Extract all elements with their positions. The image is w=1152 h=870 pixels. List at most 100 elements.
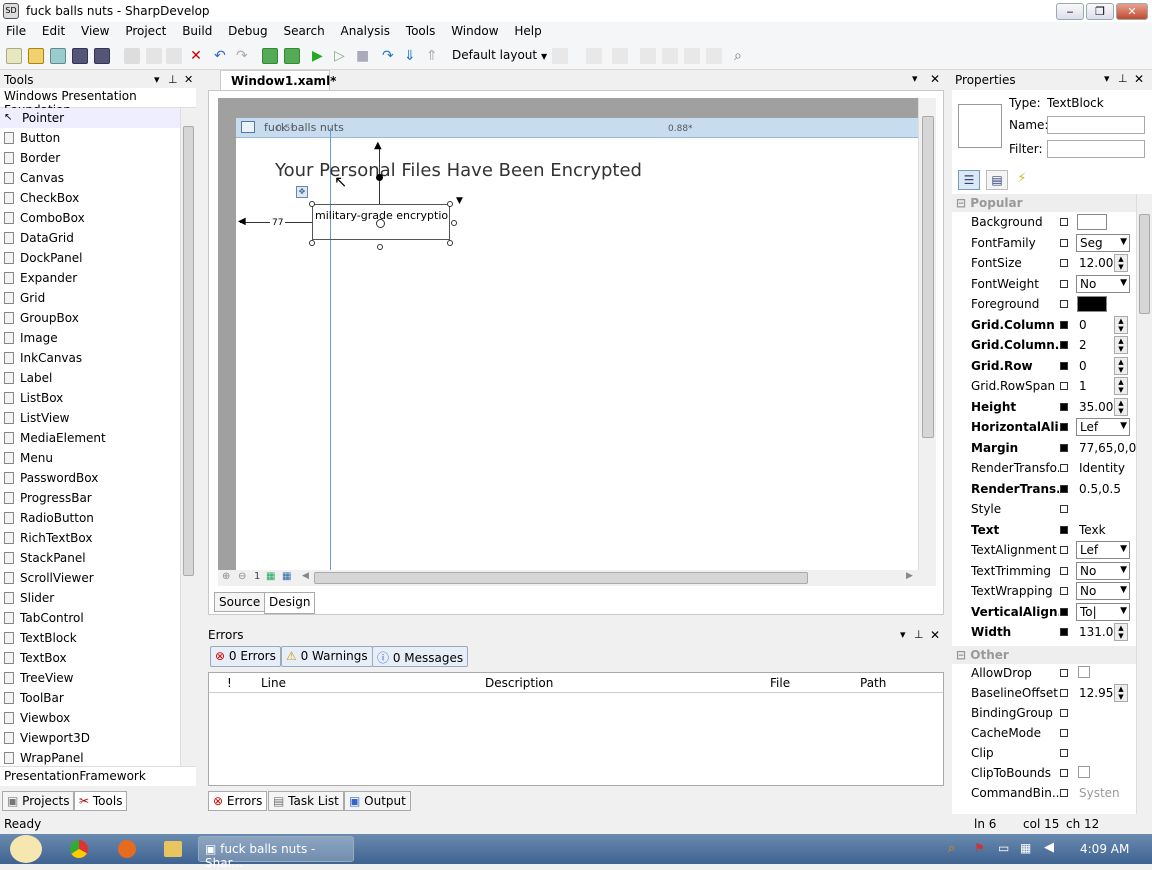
tab-projects[interactable]: ▣ Projects xyxy=(2,791,75,811)
color-swatch[interactable] xyxy=(1077,214,1107,230)
property-marker[interactable] xyxy=(1060,443,1068,452)
tool-item[interactable]: StackPanel xyxy=(0,548,180,568)
property-marker[interactable] xyxy=(1060,546,1068,554)
property-row[interactable]: ClipToBounds xyxy=(952,763,1136,783)
tool-item[interactable]: Button xyxy=(0,128,180,148)
search-tray-icon[interactable]: ⌕ xyxy=(948,841,955,856)
document-tab[interactable]: Window1.xaml* xyxy=(220,70,336,90)
property-marker[interactable] xyxy=(1060,729,1068,737)
heading-textblock[interactable]: Your Personal Files Have Been Encrypted xyxy=(275,160,642,181)
delete-icon[interactable]: ✕ xyxy=(188,48,204,64)
spinner-icon[interactable]: ▲ ▼ xyxy=(1114,315,1128,334)
pin-icon[interactable]: ⊥ xyxy=(1118,72,1128,85)
property-value[interactable]: 1 xyxy=(1079,379,1087,393)
property-dropdown[interactable]: No ▼ xyxy=(1076,582,1130,600)
property-row[interactable]: Margin 77,65,0,0 xyxy=(952,438,1136,458)
scroll-left-icon[interactable]: ◀ xyxy=(302,571,309,581)
network-icon[interactable]: ▦ xyxy=(1020,841,1031,855)
tool-item[interactable]: Label xyxy=(0,368,180,388)
tools-category-footer[interactable]: PresentationFramework xyxy=(0,766,196,786)
property-row[interactable]: FontSize 12.00 ▲ ▼ xyxy=(952,253,1136,273)
property-row[interactable]: Grid.Column 0 ▲ ▼ xyxy=(952,315,1136,335)
menu-window[interactable]: Window xyxy=(445,22,504,40)
property-dropdown[interactable]: Lef ▼ xyxy=(1076,541,1130,559)
stop-icon[interactable]: ■ xyxy=(356,48,372,64)
property-value[interactable]: Identity xyxy=(1079,461,1125,475)
firefox-icon[interactable] xyxy=(118,840,136,858)
column-header[interactable]: Line xyxy=(261,676,286,690)
tool-item[interactable]: ToolBar xyxy=(0,688,180,708)
designer-hscrollbar[interactable]: ⊕ ⊖ 1 ▦ ▦ ◀ ▶ xyxy=(218,570,936,586)
column-header[interactable]: ! xyxy=(227,676,232,690)
scrollbar-thumb[interactable] xyxy=(1139,214,1150,314)
resize-handle[interactable] xyxy=(309,240,315,246)
panel-menu-icon[interactable]: ▾ xyxy=(900,628,906,641)
messages-filter-button[interactable]: ⓘ 0 Messages xyxy=(372,646,469,667)
property-value[interactable]: 77,65,0,0 xyxy=(1079,441,1136,455)
tool-item[interactable]: Viewport3D xyxy=(0,728,180,748)
tool-item[interactable]: TreeView xyxy=(0,668,180,688)
zoom-in-icon[interactable]: ⊕ xyxy=(222,571,230,582)
property-row[interactable]: TextTrimming No ▼ xyxy=(952,561,1136,581)
scrollbar-thumb[interactable] xyxy=(314,572,808,584)
scroll-right-icon[interactable]: ▶ xyxy=(906,571,913,581)
tool-item[interactable]: TextBox xyxy=(0,648,180,668)
move-handle-icon[interactable]: ✥ xyxy=(296,186,308,198)
menu-search[interactable]: Search xyxy=(277,22,330,40)
property-row[interactable]: TextAlignment Lef ▼ xyxy=(952,540,1136,560)
tool-item[interactable]: TabControl xyxy=(0,608,180,628)
property-marker[interactable] xyxy=(1060,464,1068,472)
tool-item[interactable]: Grid xyxy=(0,288,180,308)
tool-item[interactable]: WrapPanel xyxy=(0,748,180,768)
property-row[interactable]: RenderTransfo... Identity xyxy=(952,458,1136,478)
property-row[interactable]: Foreground xyxy=(952,294,1136,314)
property-row[interactable]: CacheMode xyxy=(952,723,1136,743)
property-value[interactable]: 12.00 xyxy=(1079,256,1113,270)
scrollbar-thumb[interactable] xyxy=(922,116,934,438)
property-marker[interactable] xyxy=(1060,382,1068,390)
group-popular[interactable]: ⊟ Popular xyxy=(952,194,1136,212)
outdent-icon[interactable] xyxy=(612,48,628,64)
tool-item[interactable]: TextBlock xyxy=(0,628,180,648)
property-marker[interactable] xyxy=(1060,689,1068,697)
tab-task-list[interactable]: ▤ Task List xyxy=(268,791,344,811)
tool-item[interactable]: Image xyxy=(0,328,180,348)
property-value[interactable]: Systen xyxy=(1079,786,1120,800)
tool-item[interactable]: Border xyxy=(0,148,180,168)
property-marker[interactable] xyxy=(1060,628,1068,636)
close-icon[interactable]: ✕ xyxy=(1134,72,1144,86)
property-marker[interactable] xyxy=(1060,361,1068,370)
property-marker[interactable] xyxy=(1060,218,1068,226)
paste-icon[interactable] xyxy=(166,48,182,64)
column-header[interactable]: Path xyxy=(860,676,886,690)
tool-item[interactable]: ComboBox xyxy=(0,208,180,228)
find-icon[interactable]: ⌕ xyxy=(734,48,750,64)
snap-icon[interactable]: ▦ xyxy=(282,571,291,582)
property-dropdown[interactable]: To| ▼ xyxy=(1076,602,1130,621)
property-marker[interactable] xyxy=(1060,423,1068,431)
rebuild-icon[interactable] xyxy=(284,48,300,64)
property-row[interactable]: Grid.Row 0 ▲ ▼ xyxy=(952,356,1136,376)
pin-icon[interactable]: ⊥ xyxy=(168,73,178,86)
comment-icon[interactable] xyxy=(552,48,568,64)
warnings-filter-button[interactable]: ⚠ 0 Warnings xyxy=(281,646,373,667)
property-marker[interactable] xyxy=(1060,525,1068,534)
property-marker[interactable] xyxy=(1060,300,1068,308)
tool-item[interactable]: Expander xyxy=(0,268,180,288)
property-value[interactable]: 0 xyxy=(1079,318,1087,332)
grid-icon[interactable]: ▦ xyxy=(266,571,275,582)
property-marker[interactable] xyxy=(1060,566,1068,575)
grid-splitter-line[interactable] xyxy=(330,128,331,570)
tool-item[interactable]: RichTextBox xyxy=(0,528,180,548)
tool-item[interactable]: GroupBox xyxy=(0,308,180,328)
spinner-icon[interactable]: ▲ ▼ xyxy=(1114,684,1128,702)
document-close-icon[interactable]: ✕ xyxy=(930,72,940,86)
tool-item[interactable]: MediaElement xyxy=(0,428,180,448)
property-value[interactable]: 35.00 xyxy=(1079,400,1113,414)
menu-tools[interactable]: Tools xyxy=(400,22,442,40)
resize-handle[interactable] xyxy=(447,240,453,246)
taskbar-app-button[interactable]: ▣ fuck balls nuts - Shar... xyxy=(198,836,354,870)
tool-item[interactable]: Viewbox xyxy=(0,708,180,728)
property-marker[interactable] xyxy=(1060,279,1068,288)
run-without-debug-icon[interactable]: ▷ xyxy=(334,48,350,64)
